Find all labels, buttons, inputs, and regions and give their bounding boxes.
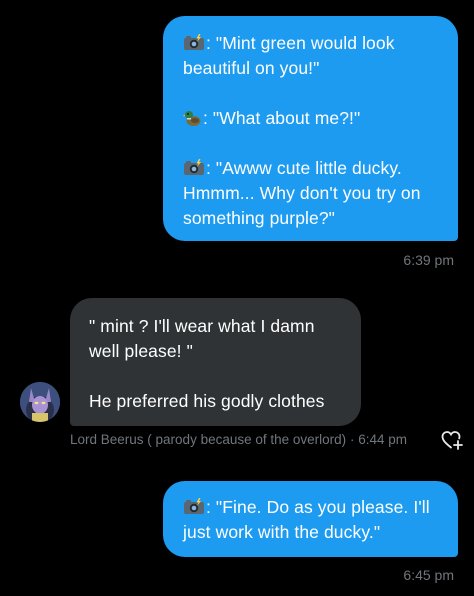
camera-flash-icon	[184, 34, 204, 50]
duck-icon	[183, 111, 201, 126]
message-text: : "What about me?!"	[203, 108, 361, 128]
avatar[interactable]	[20, 382, 60, 422]
message-text: something purple?"	[183, 208, 335, 228]
message-line: : "What about me?!"	[183, 106, 440, 131]
heart-add-icon[interactable]	[441, 430, 463, 450]
message-meta: Lord Beerus ( parody because of the over…	[70, 432, 407, 447]
message-text: just work with the ducky."	[183, 522, 381, 542]
outgoing-message-bubble[interactable]: : "Fine. Do as you please. I'll just wor…	[163, 481, 458, 557]
camera-flash-icon	[184, 159, 204, 175]
message-line: well please! "	[89, 339, 343, 364]
message-line: something purple?"	[183, 206, 440, 231]
outgoing-message-bubble[interactable]: : "Mint green would look beautiful on yo…	[163, 16, 458, 241]
message-text: Hmmm... Why don't you try on	[183, 183, 421, 203]
meta-separator: ·	[349, 432, 355, 447]
message-text: : "Fine. Do as you please. I'll	[206, 497, 430, 517]
message-text: " mint ? I'll wear what I damn	[89, 316, 315, 336]
message-line: just work with the ducky."	[183, 520, 440, 545]
message-timestamp: 6:44 pm	[358, 432, 407, 447]
beerus-avatar-icon	[20, 382, 60, 422]
message-text: beautiful on you!"	[183, 58, 320, 78]
message-timestamp: 6:45 pm	[403, 567, 454, 583]
message-text: : "Awww cute little ducky.	[206, 158, 402, 178]
message-line: : "Awww cute little ducky.	[183, 156, 440, 181]
message-line: : "Mint green would look	[183, 31, 440, 56]
incoming-message-bubble[interactable]: " mint ? I'll wear what I damn well plea…	[70, 298, 361, 426]
message-line: beautiful on you!"	[183, 56, 440, 81]
camera-flash-icon	[184, 498, 204, 514]
message-line: He preferred his godly clothes	[89, 389, 343, 414]
message-line: Hmmm... Why don't you try on	[183, 181, 440, 206]
message-text: He preferred his godly clothes	[89, 391, 325, 411]
message-timestamp: 6:39 pm	[403, 252, 454, 268]
message-text: well please! "	[89, 341, 193, 361]
message-text: : "Mint green would look	[206, 33, 395, 53]
message-line: : "Fine. Do as you please. I'll	[183, 495, 440, 520]
message-line: " mint ? I'll wear what I damn	[89, 314, 343, 339]
sender-name[interactable]: Lord Beerus ( parody because of the over…	[70, 432, 346, 447]
